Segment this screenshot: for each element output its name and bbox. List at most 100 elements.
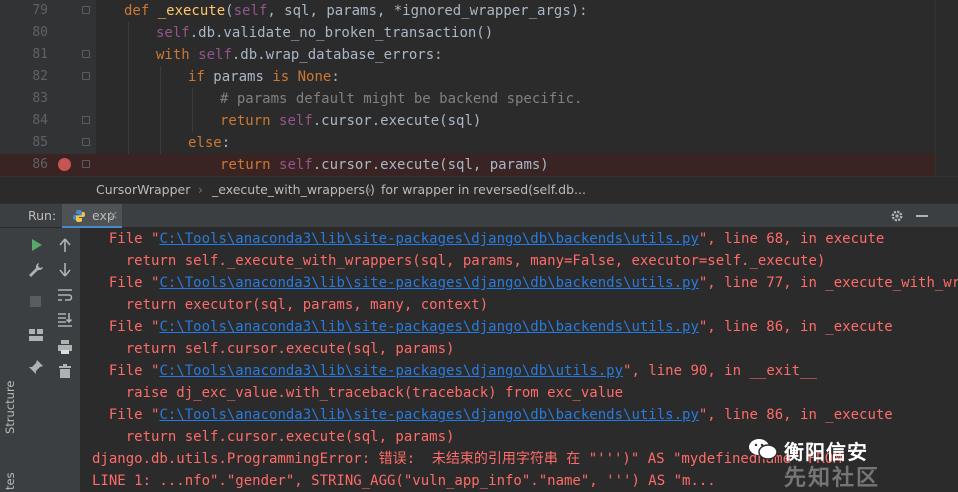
traceback-line: File "C:\Tools\anaconda3\lib\site-packag… <box>92 407 893 423</box>
pin-icon[interactable] <box>27 358 45 376</box>
code-token: else <box>188 135 222 151</box>
traceback-line: File "C:\Tools\anaconda3\lib\site-packag… <box>92 319 893 335</box>
breadcrumb-item-class[interactable]: CursorWrapper <box>96 182 190 197</box>
chevron-right-icon: › <box>367 182 372 197</box>
code-comment: # params default might be backend specif… <box>220 91 583 107</box>
code-token: params <box>213 69 273 85</box>
code-text: return self.cursor.execute(sql, params) <box>220 154 549 176</box>
code-token: .cursor.execute(sql) <box>312 113 482 129</box>
line-number: 86 <box>32 157 48 172</box>
error-detail: LINE 1: ...nfo"."gender", STRING_AGG("vu… <box>92 473 716 489</box>
side-tool-strip: Structure tes <box>0 228 23 492</box>
traceback-line: return executor(sql, params, many, conte… <box>92 297 489 313</box>
code-text: with self.db.wrap_database_errors: <box>156 44 443 66</box>
close-icon[interactable]: × <box>108 207 118 222</box>
error-message: django.db.utils.ProgrammingError: 错误: 未结… <box>92 451 842 467</box>
code-text: return self.cursor.execute(sql) <box>220 110 481 132</box>
code-token: return <box>220 157 280 173</box>
chevron-right-icon: › <box>198 182 203 197</box>
line-number: 84 <box>32 113 48 128</box>
code-line[interactable]: 84 return self.cursor.execute(sql) <box>0 110 936 132</box>
breadcrumb: CursorWrapper › _execute_with_wrappers()… <box>0 176 958 204</box>
rerun-icon[interactable] <box>27 236 45 254</box>
stop-icon[interactable] <box>30 296 41 307</box>
fold-marker-icon[interactable] <box>82 50 90 58</box>
run-label: Run: <box>28 208 57 223</box>
editor-scrollbar[interactable] <box>935 0 958 176</box>
gear-icon[interactable] <box>890 209 904 223</box>
code-text: if params is None: <box>188 66 340 88</box>
arrow-down-icon[interactable] <box>56 261 74 279</box>
code-token: with <box>156 47 199 63</box>
line-number: 83 <box>32 91 48 106</box>
run-tab-exp[interactable]: exp × <box>62 204 122 228</box>
breakpoint-icon[interactable] <box>58 158 71 171</box>
code-line[interactable]: 80 self.db.validate_no_broken_transactio… <box>0 22 936 44</box>
traceback-line: return self.cursor.execute(sql, params) <box>92 341 455 357</box>
line-number: 81 <box>32 47 48 62</box>
code-token: self <box>198 47 232 63</box>
arrow-up-icon[interactable] <box>56 236 74 254</box>
side-tab-other[interactable]: tes <box>3 472 17 490</box>
run-actions-column <box>22 228 50 492</box>
code-token: self <box>279 113 313 129</box>
line-number: 85 <box>32 135 48 150</box>
fold-marker-icon[interactable] <box>82 138 90 146</box>
fold-marker-icon[interactable] <box>82 72 90 80</box>
structure-tab[interactable]: Structure <box>3 381 17 435</box>
file-link[interactable]: C:\Tools\anaconda3\lib\site-packages\dja… <box>159 275 698 291</box>
breadcrumb-item-method[interactable]: _execute_with_wrappers() <box>212 182 375 197</box>
code-token: , sql, params, *ignored_wrapper_args): <box>267 3 588 19</box>
code-line[interactable]: 83 # params default might be backend spe… <box>0 88 936 110</box>
code-token: return <box>220 113 280 129</box>
file-link[interactable]: C:\Tools\anaconda3\lib\site-packages\dja… <box>159 363 623 379</box>
code-editor[interactable]: 79 def _execute(self, sql, params, *igno… <box>0 0 958 176</box>
code-token: def <box>124 3 158 19</box>
code-token: _execute <box>157 3 226 19</box>
fold-marker-icon[interactable] <box>82 6 90 14</box>
traceback-line: return self._execute_with_wrappers(sql, … <box>92 253 826 269</box>
file-link[interactable]: C:\Tools\anaconda3\lib\site-packages\dja… <box>159 231 698 247</box>
code-line[interactable]: 82 if params is None: <box>0 66 936 88</box>
code-text: else: <box>188 132 230 154</box>
code-line-breakpoint[interactable]: 86 return self.cursor.execute(sql, param… <box>0 154 936 176</box>
console-actions-column <box>50 228 81 492</box>
code-token: if <box>188 69 214 85</box>
file-link[interactable]: C:\Tools\anaconda3\lib\site-packages\dja… <box>159 407 698 423</box>
scroll-to-end-icon[interactable] <box>56 310 74 328</box>
code-token: .cursor.execute(sql, params) <box>312 157 549 173</box>
code-line[interactable]: 79 def _execute(self, sql, params, *igno… <box>0 0 936 22</box>
code-token: : <box>221 135 231 151</box>
code-token: .db.wrap_database_errors: <box>231 47 443 63</box>
line-number: 82 <box>32 69 48 84</box>
code-token: ( <box>225 3 234 19</box>
code-text: def _execute(self, sql, params, *ignored… <box>124 0 588 22</box>
code-line[interactable]: 81 with self.db.wrap_database_errors: <box>0 44 936 66</box>
python-icon <box>73 210 85 222</box>
minimize-icon[interactable] <box>916 215 928 217</box>
wechat-logo-icon <box>749 439 778 460</box>
print-icon[interactable] <box>56 338 74 356</box>
code-token: None <box>297 69 332 85</box>
traceback-line: File "C:\Tools\anaconda3\lib\site-packag… <box>92 275 958 291</box>
code-token: self <box>279 157 313 173</box>
code-line[interactable]: 85 else: <box>0 132 936 154</box>
line-number: 80 <box>32 25 48 40</box>
traceback-line: raise dj_exc_value.with_traceback(traceb… <box>92 385 624 401</box>
code-token: : <box>331 69 340 85</box>
code-token: self <box>233 3 268 19</box>
soft-wrap-icon[interactable] <box>56 286 74 304</box>
traceback-line: File "C:\Tools\anaconda3\lib\site-packag… <box>92 363 817 379</box>
fold-marker-icon[interactable] <box>82 116 90 124</box>
layout-icon[interactable] <box>27 326 45 344</box>
trash-icon[interactable] <box>56 362 74 380</box>
code-token: .db.validate_no_broken_transaction() <box>189 25 494 41</box>
watermark: 衡阳信安 先知社区 <box>744 434 944 491</box>
code-token: self <box>156 25 190 41</box>
breadcrumb-item-loop[interactable]: for wrapper in reversed(self.db... <box>381 182 586 197</box>
run-toolbar: Run: exp × <box>0 203 958 228</box>
wrench-icon[interactable] <box>27 261 45 279</box>
code-token: is <box>272 69 298 85</box>
file-link[interactable]: C:\Tools\anaconda3\lib\site-packages\dja… <box>159 319 698 335</box>
fold-marker-icon[interactable] <box>82 160 90 168</box>
